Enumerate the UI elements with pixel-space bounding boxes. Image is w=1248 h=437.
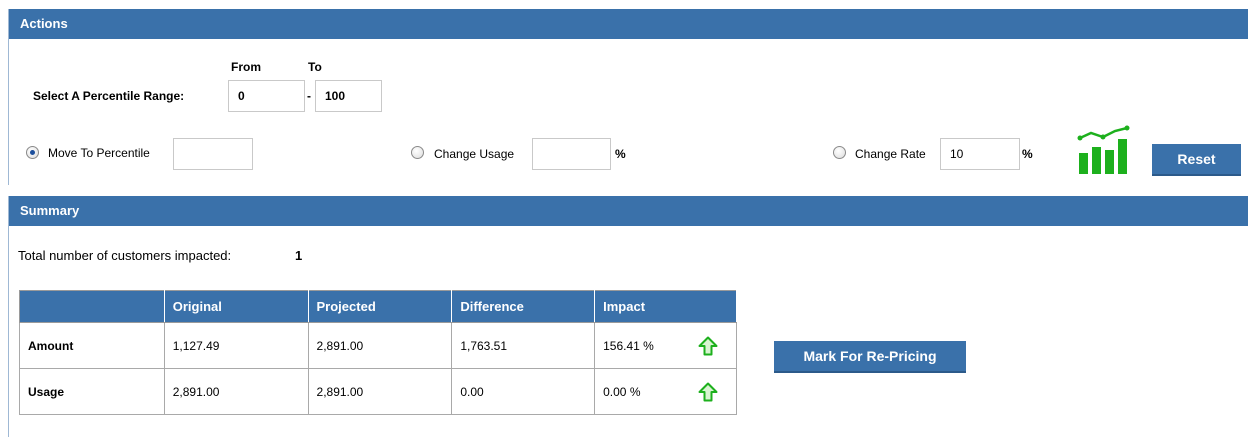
move-to-percentile-radio[interactable]: [26, 146, 39, 159]
range-to-input[interactable]: [315, 80, 382, 112]
rate-percent-unit: %: [1022, 147, 1033, 161]
amount-original: 1,127.49: [163, 322, 309, 369]
usage-projected: 2,891.00: [307, 368, 453, 415]
change-usage-radio[interactable]: [411, 146, 424, 159]
change-usage-input[interactable]: [532, 138, 611, 170]
up-arrow-icon: [698, 336, 718, 355]
usage-impact-cell: 0.00 %: [594, 368, 737, 415]
amount-impact-cell: 156.41 %: [594, 322, 737, 369]
row-label-usage: Usage: [19, 368, 165, 415]
amount-difference: 1,763.51: [451, 322, 596, 369]
column-header-blank: [19, 290, 165, 323]
from-label: From: [231, 60, 261, 74]
to-label: To: [308, 60, 322, 74]
change-rate-label: Change Rate: [855, 147, 926, 161]
usage-impact: 0.00 %: [603, 384, 641, 399]
actions-header: Actions: [9, 9, 1248, 39]
reset-button[interactable]: Reset: [1152, 144, 1241, 176]
actions-panel: Actions From To Select A Percentile Rang…: [8, 9, 1248, 185]
move-to-percentile-input[interactable]: [173, 138, 253, 170]
mark-for-repricing-button[interactable]: Mark For Re-Pricing: [774, 341, 966, 373]
column-header-impact: Impact: [594, 290, 737, 323]
up-arrow-icon: [698, 382, 718, 401]
usage-original: 2,891.00: [163, 368, 309, 415]
amount-impact: 156.41 %: [603, 338, 654, 353]
summary-header: Summary: [9, 196, 1248, 226]
table-row: Usage 2,891.00 2,891.00 0.00 0.00 %: [19, 368, 737, 415]
row-label-amount: Amount: [19, 322, 165, 369]
table-header-row: Original Projected Difference Impact: [19, 290, 737, 323]
summary-table: Original Projected Difference Impact Amo…: [19, 290, 737, 415]
column-header-projected: Projected: [308, 290, 453, 323]
usage-percent-unit: %: [615, 147, 626, 161]
total-customers-value: 1: [295, 248, 303, 263]
column-header-difference: Difference: [451, 290, 596, 323]
move-to-percentile-label: Move To Percentile: [48, 146, 150, 160]
change-rate-input[interactable]: [940, 138, 1020, 170]
change-rate-radio[interactable]: [833, 146, 846, 159]
column-header-original: Original: [164, 290, 309, 323]
total-customers-label: Total number of customers impacted:: [18, 248, 232, 263]
usage-difference: 0.00: [451, 368, 596, 415]
growth-chart-icon[interactable]: [1077, 125, 1133, 175]
table-row: Amount 1,127.49 2,891.00 1,763.51 156.41…: [19, 322, 737, 369]
change-usage-label: Change Usage: [434, 147, 515, 161]
range-separator: -: [307, 89, 311, 103]
percentile-range-label: Select A Percentile Range:: [33, 89, 185, 103]
range-from-input[interactable]: [228, 80, 305, 112]
summary-panel: Summary Total number of customers impact…: [8, 196, 1248, 437]
amount-projected: 2,891.00: [307, 322, 453, 369]
